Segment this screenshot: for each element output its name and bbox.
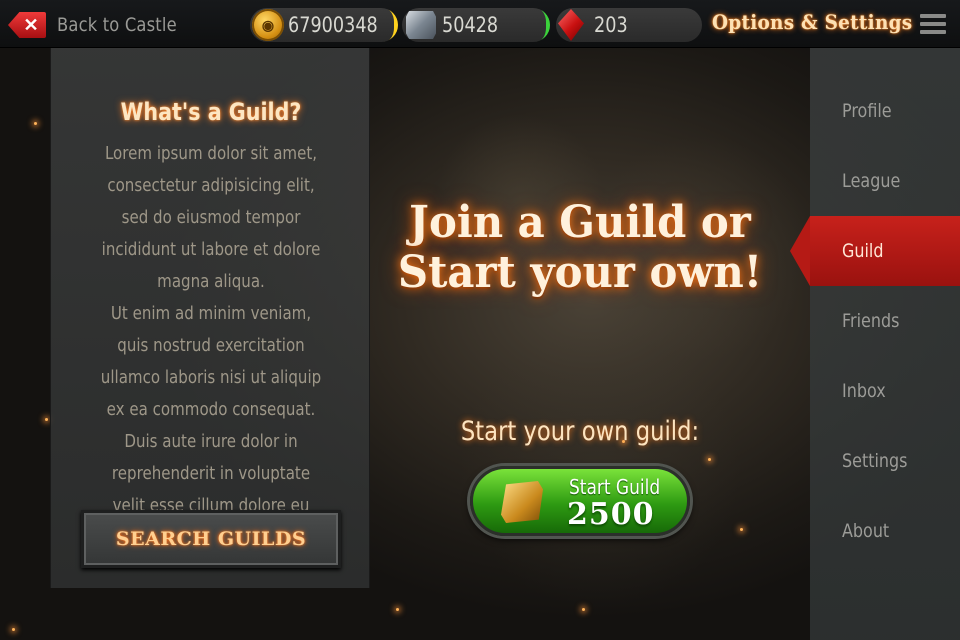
ember-spark xyxy=(12,628,15,631)
nav-item-profile[interactable]: Profile xyxy=(810,76,960,146)
iron-ingot-icon xyxy=(406,11,436,39)
top-bar: ✕ Back to Castle ◉ 67900348 50428 203 Op… xyxy=(0,0,960,48)
start-guild-price: 2500 xyxy=(567,497,655,532)
search-guilds-label: SEARCH GUILDS xyxy=(115,528,307,550)
iron-amount: 50428 xyxy=(442,13,499,37)
gold-coin-icon: ◉ xyxy=(252,9,284,41)
search-guilds-button[interactable]: SEARCH GUILDS xyxy=(81,510,341,568)
gold-counter[interactable]: ◉ 67900348 xyxy=(250,8,398,42)
headline-line: Join a Guild or xyxy=(409,197,751,248)
gold-amount: 67900348 xyxy=(288,13,378,37)
info-paragraph: Lorem ipsum dolor sit amet, consectetur … xyxy=(77,138,345,298)
info-paragraph-text: Lorem ipsum dolor sit amet, consectetur … xyxy=(101,144,321,292)
red-gem-icon xyxy=(558,9,584,41)
headline-line: Start your own! xyxy=(397,247,763,298)
ember-spark xyxy=(45,418,48,421)
nav-item-inbox[interactable]: Inbox xyxy=(810,356,960,426)
side-nav: Profile League Guild Friends Inbox Setti… xyxy=(810,48,960,640)
ember-spark xyxy=(582,608,585,611)
nav-item-league[interactable]: League xyxy=(810,146,960,216)
start-guild-label: Start Guild xyxy=(569,475,661,499)
gold-meter-arc xyxy=(384,8,398,42)
ember-spark xyxy=(396,608,399,611)
page-title: Options & Settings xyxy=(712,10,913,34)
start-guild-button[interactable]: Start Guild 2500 xyxy=(470,466,690,536)
headline: Join a Guild or Start your own! xyxy=(390,198,770,298)
ember-spark xyxy=(740,528,743,531)
nav-item-guild[interactable]: Guild xyxy=(810,216,960,286)
active-nav-pointer xyxy=(790,216,810,286)
guild-scroll-icon xyxy=(501,481,543,523)
iron-counter[interactable]: 50428 xyxy=(402,8,550,42)
hamburger-menu-icon[interactable] xyxy=(920,14,946,34)
ember-spark xyxy=(708,458,711,461)
nav-item-about[interactable]: About xyxy=(810,496,960,566)
iron-meter-arc xyxy=(536,8,550,42)
back-label: Back to Castle xyxy=(57,14,177,36)
close-x-icon[interactable]: ✕ xyxy=(8,12,46,38)
nav-item-friends[interactable]: Friends xyxy=(810,286,960,356)
ember-spark xyxy=(34,122,37,125)
info-title: What's a Guild? xyxy=(120,98,302,126)
start-guild-prompt: Start your own guild: xyxy=(460,416,700,447)
guild-info-panel: What's a Guild? Lorem ipsum dolor sit am… xyxy=(50,48,370,588)
nav-item-settings[interactable]: Settings xyxy=(810,426,960,496)
gem-counter[interactable]: 203 xyxy=(556,8,702,42)
gem-amount: 203 xyxy=(594,13,628,37)
back-to-castle-button[interactable]: ✕ Back to Castle xyxy=(8,10,196,40)
